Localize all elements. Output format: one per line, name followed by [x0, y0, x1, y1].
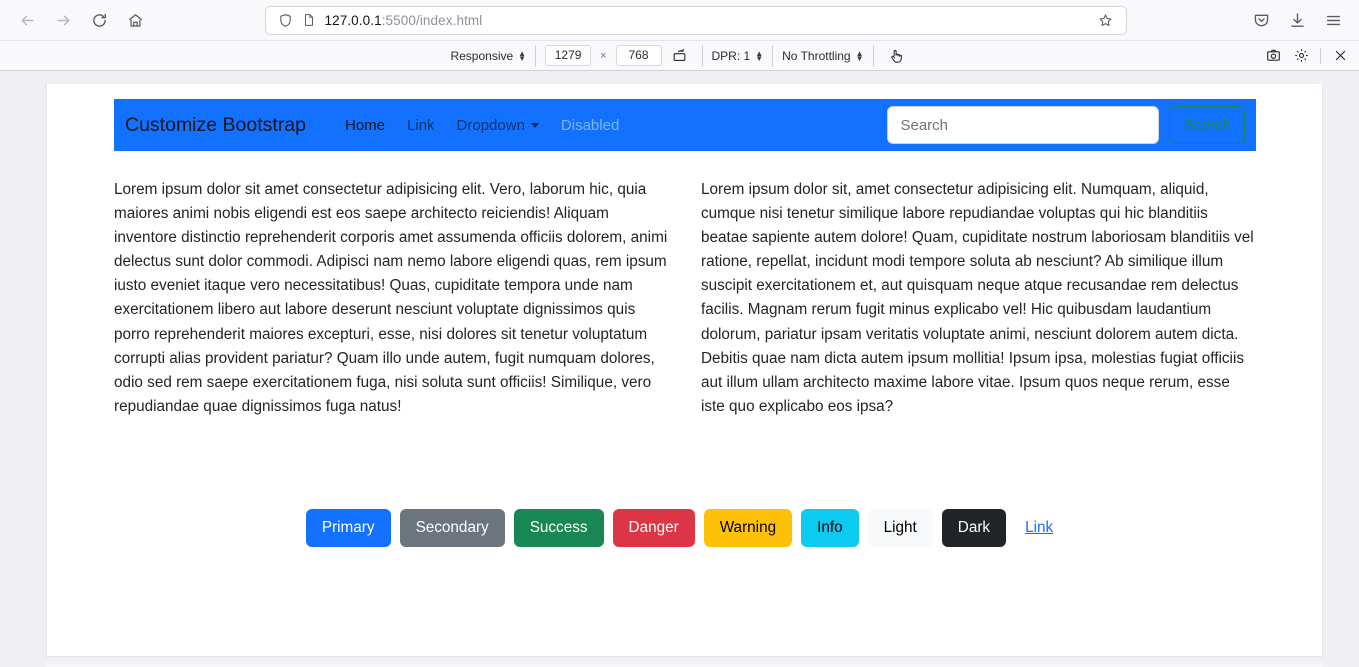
- device-selector[interactable]: Responsive ▲▼: [450, 49, 526, 63]
- viewport-height-input[interactable]: 768: [616, 45, 662, 66]
- button-info[interactable]: Info: [801, 509, 859, 547]
- search-input[interactable]: [887, 106, 1159, 144]
- browser-actions: [1245, 5, 1349, 35]
- navbar-brand[interactable]: Customize Bootstrap: [125, 114, 306, 137]
- content-columns: Lorem ipsum dolor sit amet consectetur a…: [114, 178, 1256, 419]
- touch-simulation-button[interactable]: [883, 45, 909, 67]
- device-selector-label: Responsive: [450, 49, 513, 63]
- url-host: 127.0.0.1: [325, 13, 382, 28]
- gear-icon: [1294, 48, 1309, 63]
- home-icon: [127, 12, 144, 29]
- search-button[interactable]: Search: [1169, 106, 1245, 144]
- reload-icon: [91, 12, 108, 29]
- button-secondary[interactable]: Secondary: [400, 509, 505, 547]
- arrow-right-icon: [55, 12, 72, 29]
- pocket-button[interactable]: [1245, 5, 1277, 35]
- throttling-group: No Throttling ▲▼: [773, 45, 873, 67]
- device-settings-button[interactable]: [1288, 45, 1314, 67]
- close-icon: [1333, 48, 1348, 63]
- button-danger[interactable]: Danger: [613, 509, 695, 547]
- pocket-icon: [1253, 12, 1270, 29]
- nav-link-dropdown[interactable]: Dropdown: [446, 117, 550, 134]
- viewport-size-group: 1279 × 768: [536, 45, 702, 67]
- chevron-updown-icon: ▲▼: [856, 51, 864, 61]
- screenshot-button[interactable]: [1260, 45, 1286, 67]
- arrow-left-icon: [19, 12, 36, 29]
- url-path: :5500/index.html: [382, 13, 483, 28]
- viewport-width-input[interactable]: 1279: [545, 45, 591, 66]
- button-primary[interactable]: Primary: [306, 509, 391, 547]
- button-showcase-row: Primary Secondary Success Danger Warning…: [47, 509, 1322, 547]
- url-bar-container: 127.0.0.1:5500/index.html: [154, 6, 1237, 35]
- horizontal-scrollbar[interactable]: [46, 658, 1323, 667]
- chevron-down-icon: [531, 123, 539, 128]
- page-viewport: Customize Bootstrap Home Link Dropdown D…: [46, 84, 1323, 657]
- navbar-links: Home Link Dropdown Disabled: [334, 117, 630, 134]
- right-paragraph: Lorem ipsum dolor sit, amet consectetur …: [701, 178, 1256, 419]
- dpr-label: DPR: 1: [712, 49, 751, 63]
- nav-link-disabled: Disabled: [550, 117, 630, 134]
- rotate-icon: [672, 48, 687, 63]
- download-icon: [1289, 12, 1306, 29]
- network-throttling-selector[interactable]: No Throttling ▲▼: [782, 49, 863, 63]
- button-success[interactable]: Success: [514, 509, 604, 547]
- button-link[interactable]: Link: [1015, 509, 1063, 547]
- downloads-button[interactable]: [1281, 5, 1313, 35]
- throttling-label: No Throttling: [782, 49, 850, 63]
- chevron-updown-icon: ▲▼: [755, 51, 763, 61]
- nav-link-home[interactable]: Home: [334, 117, 396, 134]
- hand-pointer-icon: [888, 48, 904, 64]
- bookmark-star-icon[interactable]: [1092, 8, 1120, 33]
- toolbar-divider: [1320, 48, 1321, 64]
- site-navbar: Customize Bootstrap Home Link Dropdown D…: [114, 99, 1256, 151]
- responsive-viewport-area: Customize Bootstrap Home Link Dropdown D…: [0, 71, 1359, 667]
- reload-button[interactable]: [82, 5, 116, 35]
- navbar-search-form: Search: [887, 106, 1245, 144]
- browser-toolbar: 127.0.0.1:5500/index.html: [0, 0, 1359, 41]
- home-button[interactable]: [118, 5, 152, 35]
- nav-dropdown-label: Dropdown: [457, 117, 525, 134]
- nav-link-link[interactable]: Link: [396, 117, 446, 134]
- forward-button[interactable]: [46, 5, 80, 35]
- hamburger-menu-icon: [1325, 12, 1342, 29]
- close-rdm-button[interactable]: [1327, 45, 1353, 67]
- url-text: 127.0.0.1:5500/index.html: [325, 13, 1083, 28]
- page-content: Customize Bootstrap Home Link Dropdown D…: [47, 99, 1322, 547]
- back-button[interactable]: [10, 5, 44, 35]
- button-light[interactable]: Light: [868, 509, 933, 547]
- page-info-icon[interactable]: [302, 13, 316, 27]
- button-dark[interactable]: Dark: [942, 509, 1006, 547]
- app-menu-button[interactable]: [1317, 5, 1349, 35]
- address-bar[interactable]: 127.0.0.1:5500/index.html: [265, 6, 1127, 35]
- size-separator: ×: [596, 50, 610, 62]
- device-selector-group: Responsive ▲▼: [441, 45, 536, 67]
- camera-icon: [1266, 48, 1281, 63]
- dpr-selector[interactable]: DPR: 1 ▲▼: [712, 49, 764, 63]
- left-paragraph: Lorem ipsum dolor sit amet consectetur a…: [114, 178, 669, 419]
- rdm-controls: Responsive ▲▼ 1279 × 768 DPR: 1 ▲▼: [0, 41, 1359, 70]
- touch-simulation-group: [874, 45, 918, 67]
- button-warning[interactable]: Warning: [704, 509, 792, 547]
- rotate-viewport-button[interactable]: [667, 45, 693, 67]
- rdm-right-controls: [1260, 41, 1353, 70]
- responsive-design-mode-toolbar: Responsive ▲▼ 1279 × 768 DPR: 1 ▲▼: [0, 41, 1359, 71]
- chevron-updown-icon: ▲▼: [518, 51, 526, 61]
- shield-icon[interactable]: [278, 13, 293, 28]
- dpr-group: DPR: 1 ▲▼: [703, 45, 774, 67]
